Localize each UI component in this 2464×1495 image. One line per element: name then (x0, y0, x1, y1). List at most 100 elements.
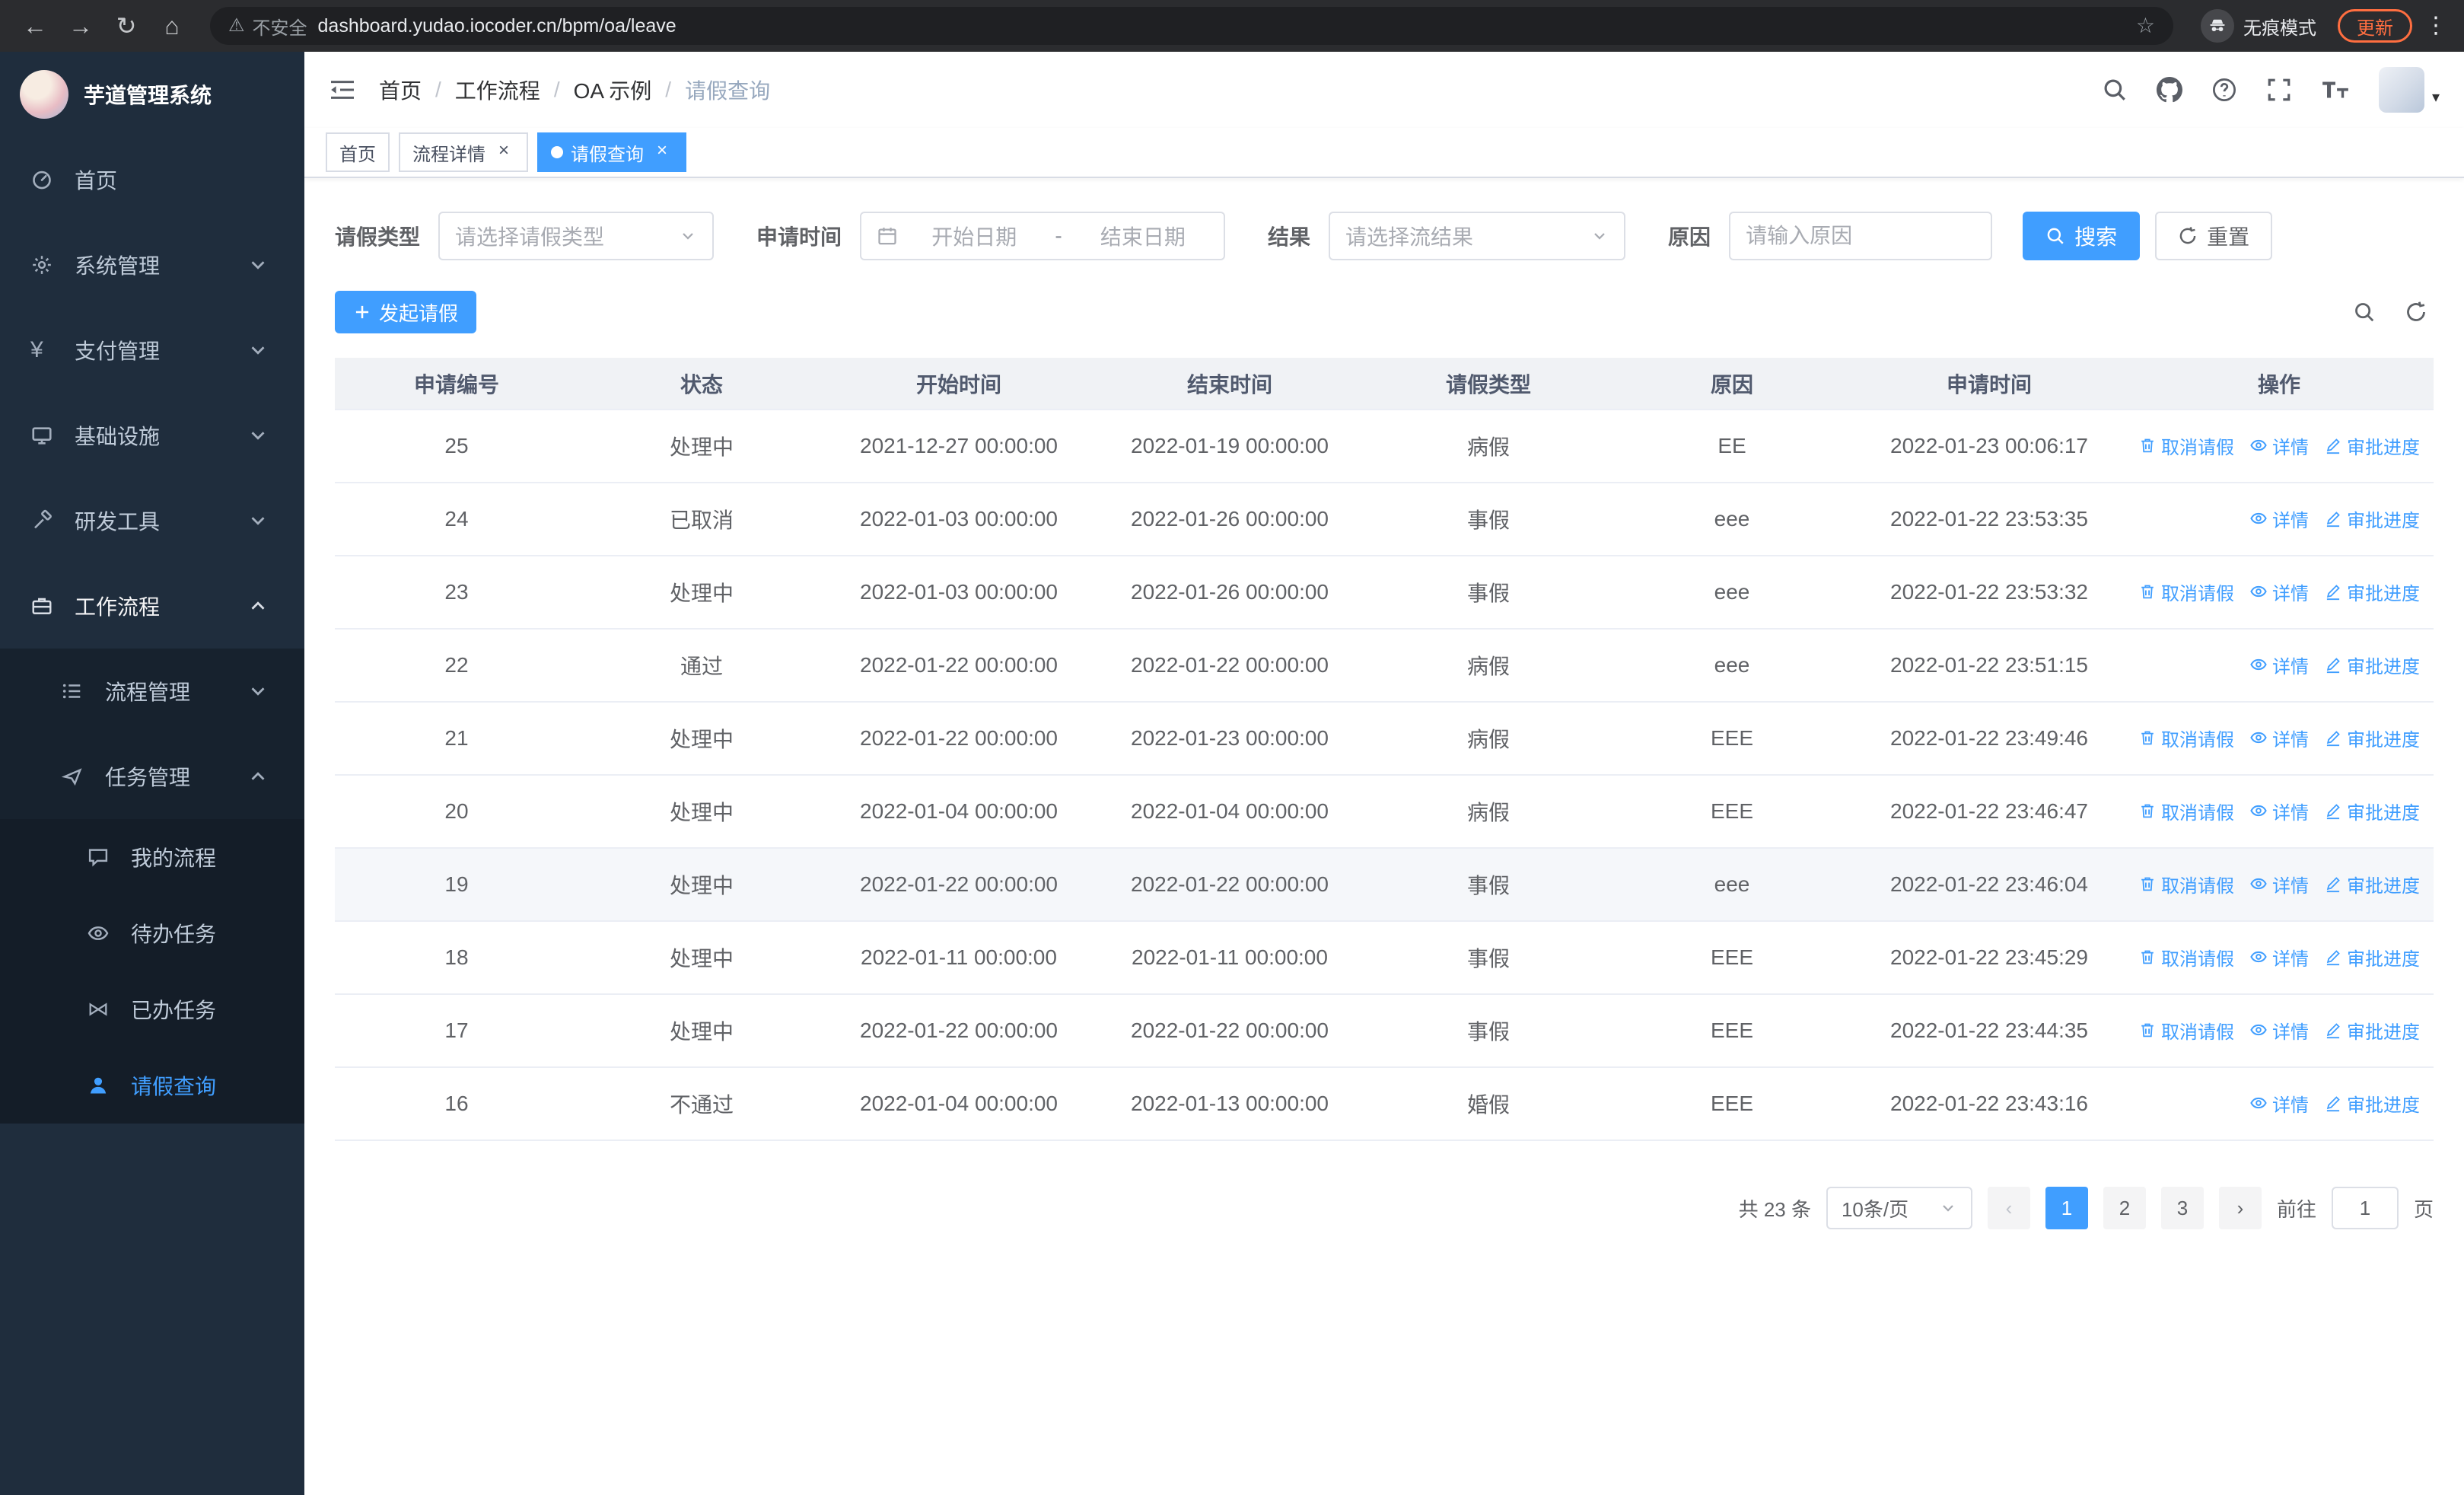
cancel-leave-action[interactable]: 取消请假 (2138, 871, 2234, 897)
action-label: 详情 (2272, 875, 2309, 897)
github-icon[interactable] (2156, 77, 2182, 103)
detail-action[interactable]: 详情 (2249, 579, 2309, 605)
breadcrumb-item[interactable]: OA 示例 (574, 75, 652, 105)
cell-end: 2022-01-22 00:00:00 (1093, 994, 1367, 1068)
prev-page-button[interactable]: ‹ (1987, 1187, 2030, 1229)
approval-progress-action[interactable]: 审批进度 (2324, 944, 2420, 971)
tab-item[interactable]: 请假查询 × (537, 132, 686, 172)
user-menu[interactable]: ▾ (2378, 67, 2440, 113)
approval-progress-action[interactable]: 审批进度 (2324, 505, 2420, 532)
sidebar-item[interactable]: 已办任务 (0, 971, 304, 1047)
cell-start: 2022-01-22 00:00:00 (825, 702, 1093, 776)
sidebar-item[interactable]: 研发工具 (0, 478, 304, 563)
sidebar-item[interactable]: 我的流程 (0, 819, 304, 895)
leave-type-select[interactable]: 请选择请假类型 (438, 212, 715, 260)
flag-icon (61, 765, 94, 788)
breadcrumb-item[interactable]: 工作流程 (455, 75, 540, 105)
sidebar-item-label: 已办任务 (131, 999, 217, 1022)
approval-progress-action[interactable]: 审批进度 (2324, 652, 2420, 678)
next-page-button[interactable]: › (2218, 1187, 2262, 1229)
detail-action[interactable]: 详情 (2249, 944, 2309, 971)
reset-button[interactable]: 重置 (2155, 212, 2273, 260)
detail-action[interactable]: 详情 (2249, 505, 2309, 532)
cancel-leave-action[interactable]: 取消请假 (2138, 798, 2234, 824)
cell-start: 2022-01-22 00:00:00 (825, 848, 1093, 922)
sidebar-item[interactable]: 请假查询 (0, 1047, 304, 1124)
delete-icon (2138, 436, 2157, 454)
view-icon (2249, 1021, 2268, 1039)
filter-form: 请假类型 请选择请假类型 申请时间 开始日期 - 结束日期 结果 请选择流结果 … (335, 212, 2434, 260)
approval-progress-action[interactable]: 审批进度 (2324, 1017, 2420, 1044)
refresh-table-icon[interactable] (2405, 301, 2427, 324)
bookmark-star-icon[interactable]: ☆ (2136, 15, 2155, 37)
action-label: 取消请假 (2161, 1022, 2234, 1043)
help-icon[interactable] (2211, 77, 2237, 103)
page-button[interactable]: 1 (2045, 1187, 2088, 1229)
browser-forward-icon[interactable]: → (61, 14, 100, 38)
approval-progress-action[interactable]: 审批进度 (2324, 579, 2420, 605)
sidebar-item-label: 研发工具 (75, 510, 161, 534)
sidebar-item[interactable]: 待办任务 (0, 895, 304, 971)
browser-home-icon[interactable]: ⌂ (152, 14, 192, 38)
fullscreen-icon[interactable] (2266, 77, 2292, 103)
create-leave-button[interactable]: 发起请假 (335, 291, 477, 333)
approval-progress-action[interactable]: 审批进度 (2324, 798, 2420, 824)
sidebar-toggle-icon[interactable] (329, 76, 356, 104)
sidebar-item[interactable]: 基础设施 (0, 393, 304, 478)
header-search-icon[interactable] (2102, 77, 2128, 103)
site-security-warning[interactable]: ⚠ 不安全 (228, 13, 307, 40)
sidebar-item[interactable]: 首页 (0, 137, 304, 222)
sidebar-item[interactable]: 流程管理 (0, 649, 304, 734)
detail-action[interactable]: 详情 (2249, 652, 2309, 678)
sidebar-item[interactable]: 系统管理 (0, 222, 304, 308)
browser-reload-icon[interactable]: ↻ (107, 14, 146, 38)
cancel-leave-action[interactable]: 取消请假 (2138, 725, 2234, 751)
approval-progress-action[interactable]: 审批进度 (2324, 432, 2420, 459)
address-bar[interactable]: ⚠ 不安全 dashboard.yudao.iocoder.cn/bpm/oa/l… (210, 7, 2173, 45)
detail-action[interactable]: 详情 (2249, 725, 2309, 751)
detail-action[interactable]: 详情 (2249, 432, 2309, 459)
page-button[interactable]: 3 (2160, 1187, 2204, 1229)
edit-icon (2324, 582, 2342, 601)
result-select[interactable]: 请选择流结果 (1329, 212, 1626, 260)
breadcrumb-item[interactable]: 首页 (379, 75, 422, 105)
reason-input[interactable] (1746, 224, 1976, 248)
toggle-search-icon[interactable] (2353, 301, 2376, 324)
browser-back-icon[interactable]: ← (15, 14, 55, 38)
approval-progress-action[interactable]: 审批进度 (2324, 725, 2420, 751)
delete-icon (2138, 802, 2157, 820)
tab-item[interactable]: 流程详情 × (399, 132, 528, 172)
detail-action[interactable]: 详情 (2249, 1090, 2309, 1117)
tab-item[interactable]: 首页 (326, 132, 390, 172)
sidebar-item[interactable]: 工作流程 (0, 563, 304, 649)
browser-menu-icon[interactable]: ⋮ (2424, 14, 2449, 37)
close-icon[interactable]: × (651, 142, 673, 163)
cell-reason: eee (1610, 848, 1854, 922)
font-size-icon[interactable] (2321, 75, 2350, 104)
page-size-select[interactable]: 10条/页 (1826, 1187, 1972, 1229)
table-row: 24 已取消 2022-01-03 00:00:00 2022-01-26 00:00… (335, 483, 2434, 556)
detail-action[interactable]: 详情 (2249, 798, 2309, 824)
action-label: 取消请假 (2161, 802, 2234, 824)
cancel-leave-action[interactable]: 取消请假 (2138, 579, 2234, 605)
search-button[interactable]: 搜索 (2023, 212, 2141, 260)
cancel-leave-action[interactable]: 取消请假 (2138, 432, 2234, 459)
approval-progress-action[interactable]: 审批进度 (2324, 1090, 2420, 1117)
goto-page-input[interactable] (2331, 1187, 2399, 1229)
sidebar-item[interactable]: 任务管理 (0, 734, 304, 819)
sidebar-item[interactable]: ¥ 支付管理 (0, 308, 304, 393)
close-icon[interactable]: × (493, 142, 514, 163)
cancel-leave-action[interactable]: 取消请假 (2138, 944, 2234, 971)
cancel-leave-action[interactable]: 取消请假 (2138, 1017, 2234, 1044)
detail-action[interactable]: 详情 (2249, 871, 2309, 897)
edit-icon (2324, 436, 2342, 454)
sidebar-menu: 首页 系统管理 ¥ 支付管理 基础设施研发工具工作流程 流程管理 任务管理 我的流程 待办任务已… (0, 137, 304, 1124)
action-label: 审批进度 (2347, 948, 2420, 970)
approval-progress-action[interactable]: 审批进度 (2324, 871, 2420, 897)
detail-action[interactable]: 详情 (2249, 1017, 2309, 1044)
cell-reason: EEE (1610, 702, 1854, 776)
browser-update-button[interactable]: 更新 (2338, 9, 2412, 43)
apply-time-range-picker[interactable]: 开始日期 - 结束日期 (860, 212, 1226, 260)
page-button[interactable]: 2 (2103, 1187, 2146, 1229)
app-title: 芋道管理系统 (84, 84, 212, 107)
